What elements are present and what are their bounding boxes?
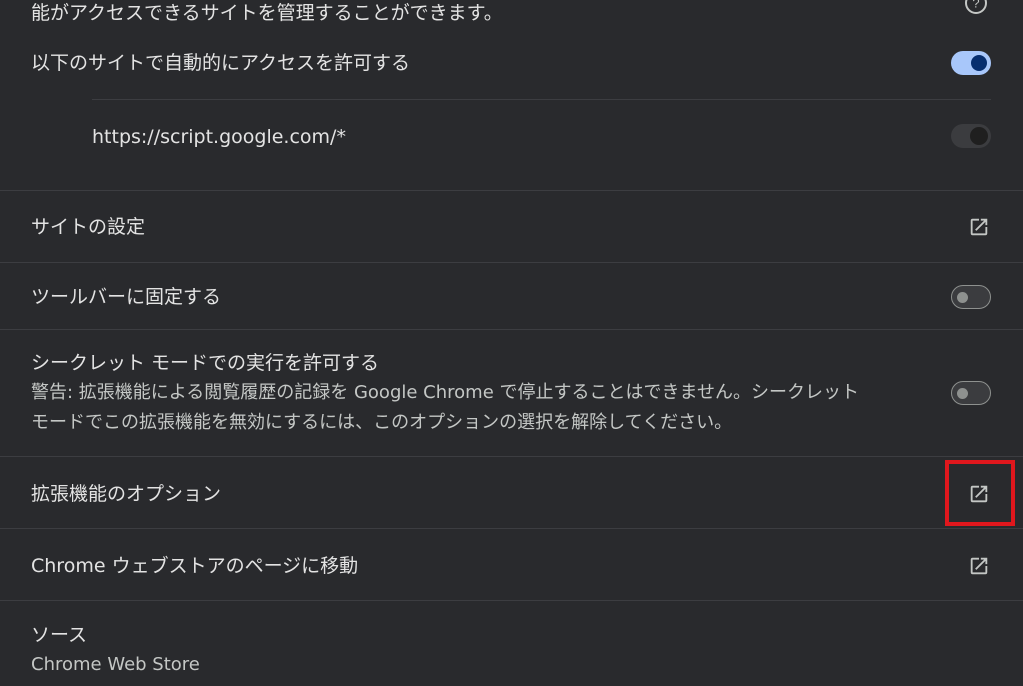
incognito-warning-line1: 警告: 拡張機能による閲覧履歴の記録を Google Chrome で停止するこ…: [31, 382, 859, 403]
svg-text:?: ?: [972, 0, 979, 11]
incognito-row: シークレット モードでの実行を許可する 警告: 拡張機能による閲覧履歴の記録を …: [0, 329, 1023, 457]
auto-allow-label: 以下のサイトで自動的にアクセスを許可する: [31, 52, 411, 74]
site-settings-label: サイトの設定: [31, 216, 146, 238]
source-label: ソース: [31, 624, 88, 646]
incognito-label: シークレット モードでの実行を許可する: [31, 352, 380, 374]
site-settings-row[interactable]: サイトの設定: [0, 190, 1023, 263]
auto-allow-toggle[interactable]: [951, 51, 991, 75]
site-access-description: 能がアクセスできるサイトを管理することができます。: [31, 2, 503, 24]
web-store-row[interactable]: Chrome ウェブストアのページに移動: [0, 528, 1023, 601]
site-list-divider: [92, 99, 991, 100]
pin-to-toolbar-row: ツールバーに固定する: [0, 262, 1023, 330]
extension-details-panel: 能がアクセスできるサイトを管理することができます。 ? 以下のサイトで自動的にア…: [0, 0, 1023, 686]
toggle-knob: [957, 292, 968, 303]
extension-options-row[interactable]: 拡張機能のオプション: [0, 456, 1023, 529]
toggle-knob: [970, 127, 988, 145]
toggle-knob: [971, 55, 987, 71]
toggle-knob: [957, 388, 968, 399]
help-circle-icon[interactable]: ?: [964, 0, 988, 15]
source-value: Chrome Web Store: [31, 654, 200, 675]
extension-options-label: 拡張機能のオプション: [31, 483, 222, 505]
open-in-new-icon[interactable]: [968, 555, 990, 577]
open-in-new-icon[interactable]: [968, 216, 990, 238]
pin-to-toolbar-label: ツールバーに固定する: [31, 286, 222, 308]
incognito-warning-line2: モードでこの拡張機能を無効にするには、このオプションの選択を解除してください。: [31, 412, 733, 433]
incognito-toggle[interactable]: [951, 381, 991, 405]
source-row: ソース Chrome Web Store: [0, 600, 1023, 686]
site-url: https://script.google.com/*: [92, 126, 346, 148]
web-store-label: Chrome ウェブストアのページに移動: [31, 555, 359, 577]
pin-to-toolbar-toggle[interactable]: [951, 285, 991, 309]
highlight-box: [945, 460, 1015, 526]
site-url-toggle[interactable]: [951, 124, 991, 148]
